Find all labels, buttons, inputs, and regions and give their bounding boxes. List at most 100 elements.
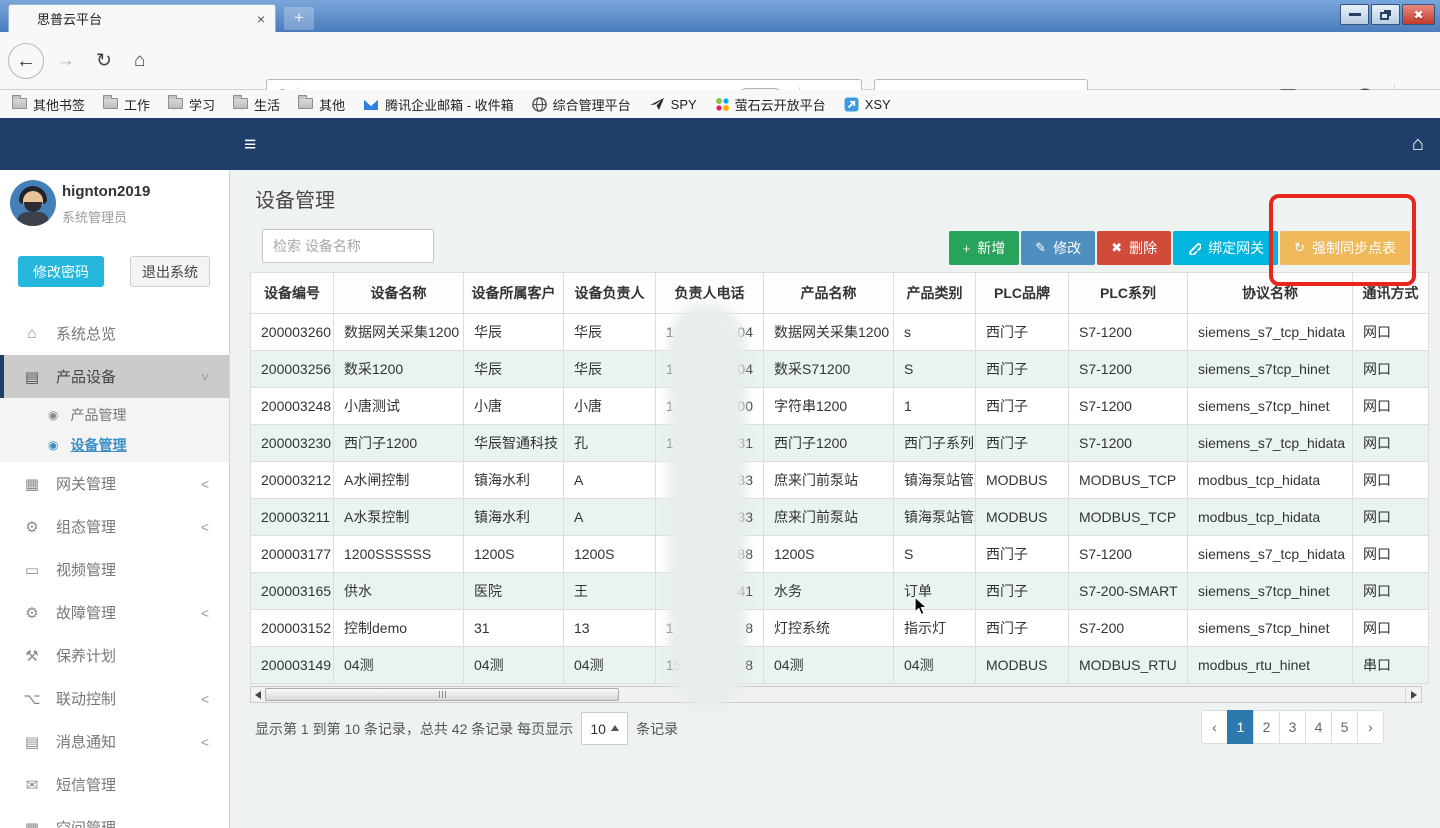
- sidebar-subitem-产品管理[interactable]: ◉产品管理: [0, 400, 229, 430]
- sidebar-subitem-label: 设备管理: [70, 435, 126, 455]
- table-row[interactable]: 200003211A水泵控制镇海水利A33庶来门前泵站镇海泵站管理MODBUSM…: [251, 499, 1429, 536]
- table-row[interactable]: 200003152控制demo311318灯控系统指示灯西门子S7-200sie…: [251, 610, 1429, 647]
- table-cell: MODBUS: [976, 499, 1069, 536]
- chevron-left-icon: ˂: [201, 476, 209, 492]
- scroll-right-arrow[interactable]: [1405, 687, 1421, 702]
- 绑定网关-button[interactable]: 绑定网关: [1173, 231, 1278, 265]
- 强制同步点表-button[interactable]: ↻强制同步点表: [1280, 231, 1410, 265]
- table-cell: 04测: [564, 647, 656, 684]
- monitor-icon: ▭: [22, 561, 42, 579]
- sidebar-collapse-icon[interactable]: ≡: [244, 133, 256, 157]
- table-cell: 04测: [894, 647, 976, 684]
- reload-button[interactable]: ↻: [96, 49, 112, 72]
- sidebar-item-消息通知[interactable]: ▤消息通知˂: [0, 720, 229, 763]
- table-cell: 华辰: [464, 351, 564, 388]
- back-button[interactable]: ←: [8, 43, 44, 79]
- sidebar-item-网关管理[interactable]: ▦网关管理˂: [0, 462, 229, 505]
- bookmark-label: 腾讯企业邮箱 - 收件箱: [385, 95, 514, 114]
- pagination-next[interactable]: ›: [1357, 710, 1384, 744]
- sidebar-item-label: 短信管理: [56, 774, 116, 795]
- table-row[interactable]: 200003212A水闸控制镇海水利A33庶来门前泵站镇海泵站管理MODBUSM…: [251, 462, 1429, 499]
- window-minimize-button[interactable]: [1340, 4, 1369, 25]
- app-topbar: ≡ ⌂: [0, 118, 1440, 170]
- sidebar-item-label: 联动控制: [56, 688, 116, 709]
- bookmark-item[interactable]: 其他书签: [12, 95, 85, 114]
- table-row[interactable]: 20000314904测04测04测15804测04测MODBUSMODBUS_…: [251, 647, 1429, 684]
- sidebar-subitem-设备管理[interactable]: ◉设备管理: [0, 430, 229, 460]
- app-home-icon[interactable]: ⌂: [1412, 133, 1424, 156]
- sidebar-item-系统总览[interactable]: ⌂系统总览: [0, 312, 229, 355]
- device-search-input[interactable]: [262, 229, 434, 263]
- browser-tab[interactable]: 思普云平台 ×: [8, 4, 276, 32]
- pagination-page-1[interactable]: 1: [1227, 710, 1254, 744]
- bookmark-item[interactable]: 综合管理平台: [532, 95, 631, 114]
- bookmark-item[interactable]: 其他: [298, 95, 345, 114]
- folder-icon: [298, 97, 313, 112]
- pagination-prev[interactable]: ‹: [1201, 710, 1228, 744]
- new-tab-button[interactable]: +: [284, 7, 314, 30]
- bookmark-item[interactable]: 学习: [168, 95, 215, 114]
- window-restore-button[interactable]: [1371, 4, 1400, 25]
- table-row[interactable]: 200003230西门子1200华辰智通科技孔131西门子1200西门子系列西门…: [251, 425, 1429, 462]
- folder-icon: [168, 97, 183, 112]
- table-cell: 200003177: [251, 536, 334, 573]
- sidebar-item-短信管理[interactable]: ✉短信管理: [0, 763, 229, 806]
- table-row[interactable]: 200003165供水医院王41水务订单西门子S7-200-SMARTsieme…: [251, 573, 1429, 610]
- sidebar-item-产品设备[interactable]: ▤产品设备˅: [0, 355, 229, 398]
- pagination-page-3[interactable]: 3: [1279, 710, 1306, 744]
- table-row[interactable]: 200003260数据网关采集1200华辰华辰104数据网关采集1200s西门子…: [251, 314, 1429, 351]
- bookmark-item[interactable]: 生活: [233, 95, 280, 114]
- pagination-page-5[interactable]: 5: [1331, 710, 1358, 744]
- 修改-button[interactable]: ✎修改: [1021, 231, 1095, 265]
- chevron-left-icon: ˂: [201, 519, 209, 535]
- sidebar-item-联动控制[interactable]: ⌥联动控制˂: [0, 677, 229, 720]
- window-close-button[interactable]: ✖: [1402, 4, 1435, 25]
- table-cell: 串口: [1353, 647, 1429, 684]
- 删除-button[interactable]: ✖删除: [1097, 231, 1171, 265]
- table-row[interactable]: 2000031771200SSSSSS1200S1200S881200SS西门子…: [251, 536, 1429, 573]
- horizontal-scrollbar[interactable]: [250, 686, 1422, 703]
- caret-up-icon: [611, 721, 619, 731]
- table-cell: S7-1200: [1069, 536, 1188, 573]
- 新增-button[interactable]: +新增: [949, 231, 1020, 265]
- sidebar-item-保养计划[interactable]: ⚒保养计划: [0, 634, 229, 677]
- bookmark-item[interactable]: XSY: [844, 97, 891, 112]
- table-cell: 西门子: [976, 314, 1069, 351]
- bullseye-icon: ◉: [48, 408, 58, 422]
- x-icon: ✖: [1111, 240, 1122, 256]
- chevron-left-icon: ˂: [201, 605, 209, 621]
- tab-close-icon[interactable]: ×: [257, 11, 265, 27]
- folder-icon: [233, 97, 248, 112]
- sidebar-item-故障管理[interactable]: ⚙故障管理˂: [0, 591, 229, 634]
- table-cell: MODBUS: [976, 462, 1069, 499]
- page-size-select[interactable]: 10: [581, 712, 628, 745]
- bookmark-item[interactable]: 工作: [103, 95, 150, 114]
- pagination-page-2[interactable]: 2: [1253, 710, 1280, 744]
- sidebar-item-组态管理[interactable]: ⚙组态管理˂: [0, 505, 229, 548]
- sidebar-item-空间管理[interactable]: ▦空间管理: [0, 806, 229, 828]
- bookmark-item[interactable]: SPY: [649, 97, 697, 112]
- table-row[interactable]: 200003248小唐测试小唐小唐100字符串12001西门子S7-1200si…: [251, 388, 1429, 425]
- change-password-button[interactable]: 修改密码: [18, 256, 104, 287]
- link-icon: [1187, 241, 1201, 255]
- table-cell: 网口: [1353, 351, 1429, 388]
- table-cell: 西门子: [976, 425, 1069, 462]
- chevron-down-icon: ˅: [201, 369, 209, 385]
- bookmark-item[interactable]: 腾讯企业邮箱 - 收件箱: [363, 95, 514, 114]
- table-cell: 04测: [334, 647, 464, 684]
- bookmark-item[interactable]: 萤石云开放平台: [715, 95, 826, 114]
- table-cell: 灯控系统: [764, 610, 894, 647]
- table-cell: 1200SSSSSS: [334, 536, 464, 573]
- table-cell: 订单: [894, 573, 976, 610]
- forward-button[interactable]: →: [56, 50, 75, 72]
- home-icon: ⌂: [22, 325, 42, 342]
- logout-button[interactable]: 退出系统: [130, 256, 210, 287]
- table-cell: 西门子1200: [764, 425, 894, 462]
- browser-toolbar: ← → ↻ ⌂ iot.idosp.net/admin/index.html?l…: [0, 32, 1440, 90]
- sidebar-item-视频管理[interactable]: ▭视频管理: [0, 548, 229, 591]
- scrollbar-thumb[interactable]: [265, 688, 619, 701]
- table-row[interactable]: 200003256数采1200华辰华辰104数采S71200S西门子S7-120…: [251, 351, 1429, 388]
- home-button[interactable]: ⌂: [134, 50, 145, 72]
- pagination-page-4[interactable]: 4: [1305, 710, 1332, 744]
- gears-icon: ⚙: [22, 604, 42, 622]
